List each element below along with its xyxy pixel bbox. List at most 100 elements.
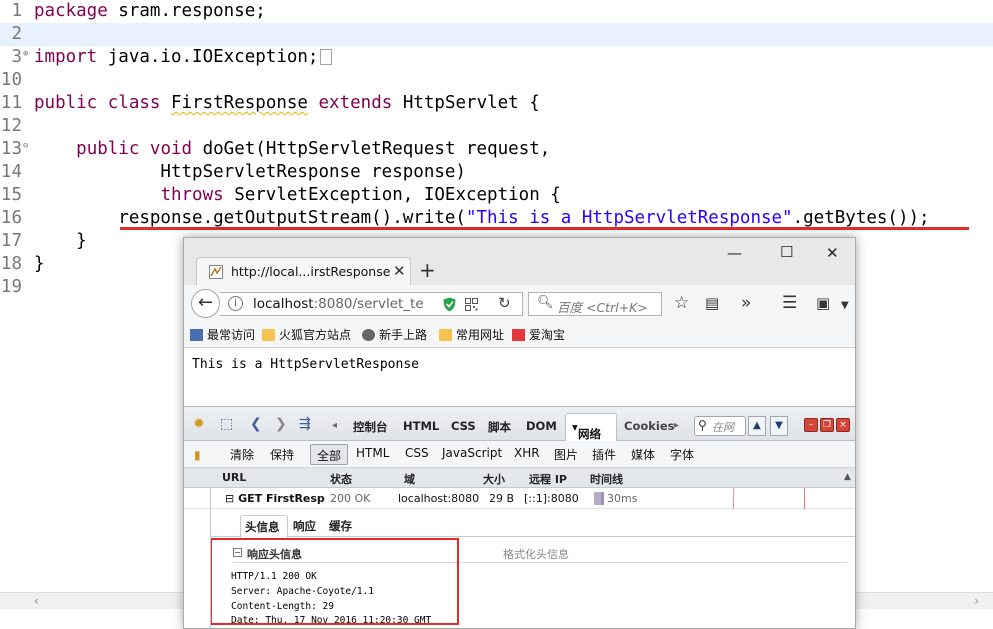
timeline-marker [733,488,734,509]
code-line[interactable]: 11 public class FirstResponse extends Htt… [0,92,993,115]
filter-media[interactable]: 媒体 [631,446,655,463]
bookmark-most-visited[interactable]: 最常访问 [190,326,255,343]
extension-icon[interactable]: ▣ [816,293,830,313]
search-prev-icon[interactable]: ▲ [748,416,766,436]
browser-tab[interactable]: http://local...irstResponse ✕ [196,257,411,285]
filter-clear[interactable]: 清除 [230,446,254,463]
tab-console[interactable]: 控制台 [353,419,388,435]
new-tab-icon[interactable]: + [419,258,436,282]
maximize-icon[interactable]: ☐ [780,243,793,261]
reload-icon[interactable]: ↻ [498,294,511,312]
code-line[interactable]: 15 throws ServletException, IOException … [0,184,993,207]
filter-xhr[interactable]: XHR [514,446,540,460]
minimize-icon[interactable]: — [727,244,742,262]
search-bar[interactable]: 🔍︎ 百度 <Ctrl+K> [528,292,662,316]
tab-close-icon[interactable]: ✕ [393,262,406,280]
firebug-search-input[interactable]: ⚲ 在网 [694,416,746,436]
code-line[interactable]: 1 package sram.response; [0,0,993,23]
col-url[interactable]: URL [222,471,246,484]
close-window-icon[interactable]: ✕ [826,244,839,262]
command-line-icon[interactable]: ⇶ [299,416,311,432]
extension-dropdown-icon[interactable]: ▼ [841,296,849,316]
col-size[interactable]: 大小 [483,471,505,487]
net-table-header: URL 状态 域 大小 远程 IP 时间线 ▲ [184,468,855,488]
site-info-icon[interactable]: i [228,296,243,311]
tab-cache[interactable]: 缓存 [329,518,352,534]
overflow-icon[interactable]: » [741,293,751,313]
bookmark-firefox-site[interactable]: 火狐官方站点 [262,326,351,343]
tabs-right-icon[interactable]: ▸ [674,418,679,434]
back-button[interactable]: ← [191,289,220,318]
response-body-text: This is a HttpServletResponse [192,357,419,372]
back-icon[interactable]: ❮ [250,416,262,432]
firebug-detach-icon[interactable]: ❐ [820,418,834,432]
tab-title: http://local...irstResponse [231,264,391,279]
code-line[interactable]: 12 [0,115,993,138]
xhr-breakpoint-icon[interactable]: ▮ [194,447,201,463]
col-remote-ip[interactable]: 远程 IP [529,471,567,487]
qr-code-icon[interactable] [465,298,478,311]
tab-html[interactable]: HTML [403,419,439,433]
firebug-logo-icon[interactable]: ✹ [193,416,205,432]
reading-list-icon[interactable]: ▤ [705,293,719,313]
folded-imports-icon[interactable] [320,49,333,65]
code-line[interactable]: 3 ⊕ import java.io.IOException; [0,46,993,69]
tab-script[interactable]: 脚本 [488,419,511,435]
tab-dom[interactable]: DOM [526,419,557,433]
bookmarks-toolbar: 最常访问 火狐官方站点 新手上路 常用网址 爱淘宝 [184,321,855,348]
tab-cookies[interactable]: Cookies [624,419,674,433]
filter-all[interactable]: 全部 [310,444,348,465]
highlight-underline [120,227,969,230]
code-line[interactable]: 10 [0,69,993,92]
menu-icon[interactable]: ☰ [782,293,797,313]
col-timeline[interactable]: 时间线 [590,471,623,487]
bookmark-getting-started[interactable]: 新手上路 [362,326,427,343]
firebug-close-icon[interactable]: × [836,418,850,432]
line-number: 1 [11,1,22,21]
tab-headers[interactable]: 头信息 [240,515,288,538]
inspect-icon[interactable]: ⬚ [220,416,233,432]
table-row[interactable]: ⊟ GET FirstResp 200 OK localhost:8080 29… [184,488,855,509]
search-next-icon[interactable]: ▼ [770,416,788,436]
bookmark-common-sites[interactable]: 常用网址 [439,326,504,343]
tab-response[interactable]: 响应 [293,518,316,534]
filter-html[interactable]: HTML [356,446,389,460]
scroll-right-icon[interactable]: › [974,593,979,610]
request-remote-ip: [::1]:8080 [524,492,579,505]
col-domain[interactable]: 域 [404,471,415,487]
code-line[interactable]: 13 ⊖ public void doGet(HttpServletRequest… [0,138,993,161]
bookmark-taobao[interactable]: 爱淘宝 [512,326,565,343]
filter-images[interactable]: 图片 [554,446,578,463]
globe-icon [362,329,375,341]
scroll-left-icon[interactable]: ‹ [34,593,39,610]
fold-collapse-icon[interactable]: ⊖ [23,138,28,154]
url-bar[interactable]: i localhost:8080/servlet_te ↻ [220,292,523,316]
forward-icon[interactable]: ❯ [275,416,287,432]
filter-javascript[interactable]: JavaScript [442,446,502,460]
back-arrow-icon: ← [197,292,214,313]
collapse-icon[interactable]: ⊟ [225,492,234,505]
tabs-left-icon[interactable]: ◂ [332,418,337,434]
tab-css[interactable]: CSS [451,419,476,433]
code-line[interactable]: 2 [0,23,993,46]
line-number: 14 [0,162,22,182]
line-number: 3 [11,47,22,67]
code-text: HttpServletResponse response) [34,162,466,182]
format-headers-link[interactable]: 格式化头信息 [503,546,569,562]
timeline-bar-segment [601,492,604,505]
filter-css[interactable]: CSS [405,446,429,460]
filter-plugins[interactable]: 插件 [592,446,616,463]
search-icon: ⚲ [698,418,707,432]
code-text: package sram.response; [34,1,266,21]
line-number: 12 [0,116,22,136]
firebug-minimize-icon[interactable]: – [804,418,818,432]
shield-icon[interactable] [443,297,456,312]
sort-icon[interactable]: ▲ [844,472,851,482]
fold-expand-icon[interactable]: ⊕ [23,46,28,62]
code-line[interactable]: 14 HttpServletResponse response) [0,161,993,184]
tab-net[interactable]: 网络 ▾ [565,413,617,441]
filter-fonts[interactable]: 字体 [670,446,694,463]
filter-persist[interactable]: 保持 [270,446,294,463]
col-status[interactable]: 状态 [330,471,352,487]
bookmark-star-icon[interactable]: ☆ [674,293,689,313]
